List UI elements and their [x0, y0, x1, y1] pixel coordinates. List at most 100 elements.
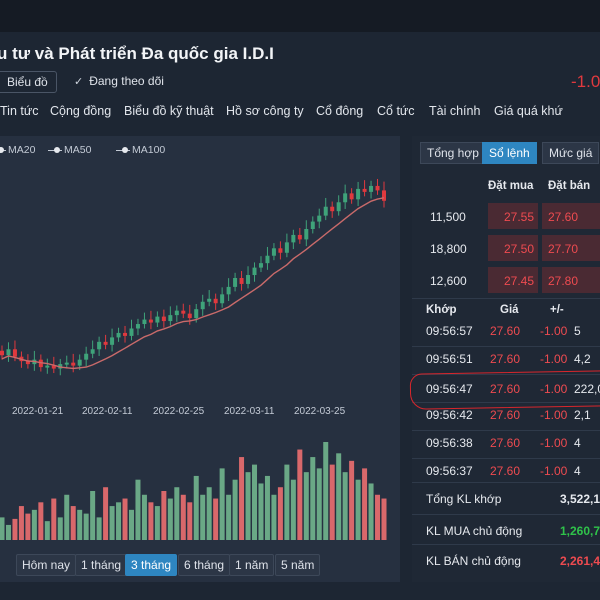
volume-bar [70, 506, 76, 540]
candle [84, 353, 89, 360]
candle [90, 349, 95, 354]
candle [168, 315, 173, 322]
tab-price-history[interactable]: Giá quá khứ [494, 104, 563, 118]
candle [246, 275, 251, 284]
candle [265, 255, 270, 264]
check-icon: ✓ [74, 76, 84, 88]
volume-bar [174, 487, 180, 540]
period-3-months[interactable]: 3 tháng [125, 554, 178, 576]
candle [213, 298, 218, 304]
volume-bar [226, 494, 232, 540]
follow-toggle[interactable]: ✓ Đang theo dõi [74, 74, 164, 88]
legend-ma50[interactable]: MA50 [48, 144, 91, 156]
candle [12, 349, 17, 357]
legend-ma100[interactable]: MA100 [116, 144, 165, 156]
volume-bar [310, 457, 316, 540]
orderbook-row: 11,500 27.55 27.60 [412, 202, 600, 230]
volume-bar [148, 502, 154, 540]
candle [110, 337, 115, 345]
legend-ma20[interactable]: MA20 [0, 144, 35, 156]
volume-bar [96, 517, 102, 540]
candle [362, 188, 367, 192]
candle [148, 319, 153, 323]
candle [181, 310, 186, 314]
volume-bar [316, 468, 322, 540]
tab-order-book[interactable]: Sổ lệnh [482, 142, 537, 164]
volume-bar [38, 502, 44, 540]
volume-bar [277, 487, 283, 540]
volume-bar [0, 517, 5, 540]
volume-bar [128, 509, 134, 540]
summary-active-sell: KL BÁN chủ động 2,261,4 [426, 554, 600, 568]
volume-bar [264, 475, 270, 540]
tab-shareholders[interactable]: Cổ đông [316, 104, 363, 118]
volume-bar [161, 491, 167, 540]
candle [123, 332, 128, 336]
trade-time-header: Khớp [426, 304, 457, 316]
period-6-months[interactable]: 6 tháng [178, 554, 231, 576]
annotation-circle [409, 370, 600, 410]
orderbook-row: 18,800 27.50 27.70 [412, 234, 600, 262]
period-1-month[interactable]: 1 tháng [75, 554, 128, 576]
period-today[interactable]: Hôm nay [16, 554, 77, 576]
stock-title: u tư và Phát triển Đa quốc gia I.D.I [0, 44, 274, 63]
tab-dividends[interactable]: Cổ tức [377, 104, 415, 118]
volume-bar [180, 494, 186, 540]
volume-bar [323, 442, 329, 540]
volume-bar [206, 487, 212, 540]
tab-technical-chart[interactable]: Biểu đồ kỹ thuật [124, 104, 214, 118]
candle [291, 234, 296, 243]
volume-bar [135, 479, 141, 540]
candle [187, 313, 192, 319]
volume-bar [18, 506, 24, 540]
follow-label: Đang theo dõi [89, 74, 164, 88]
tab-summary[interactable]: Tổng hợp [420, 142, 486, 164]
x-axis-label: 2022-03-25 [294, 406, 346, 417]
candle [161, 316, 166, 322]
price-chart[interactable]: 2022-01-21 2022-02-11 2022-02-25 2022-03-11… [0, 166, 400, 422]
candle [220, 294, 225, 304]
candle [200, 301, 205, 310]
trade-change-header: +/- [550, 304, 564, 316]
volume-bar [362, 468, 368, 540]
volume-bar [336, 453, 342, 540]
candle [71, 362, 76, 366]
candle [323, 206, 328, 216]
volume-bar [297, 449, 303, 540]
candle [382, 190, 386, 201]
candle [226, 286, 231, 295]
volume-bar [245, 472, 251, 540]
volume-bar [116, 502, 122, 540]
tab-community[interactable]: Cộng đồng [50, 104, 111, 118]
candle [317, 215, 322, 222]
chart-button[interactable]: Biểu đồ [0, 71, 57, 93]
volume-chart[interactable] [0, 436, 400, 542]
right-panel: Tổng hợp Sổ lệnh Mức giá Đặt mua Đặt bán… [412, 136, 600, 582]
volume-bar [44, 521, 50, 540]
volume-bar [83, 513, 89, 540]
x-axis-label: 2022-01-21 [12, 406, 64, 417]
volume-bar [219, 468, 225, 540]
volume-bar [154, 506, 160, 540]
candle [77, 359, 82, 366]
tab-price-level[interactable]: Mức giá [542, 142, 600, 164]
line-dot-icon [116, 146, 130, 153]
tab-company-profile[interactable]: Hồ sơ công ty [226, 104, 304, 118]
price-change: -1.0 [571, 72, 600, 91]
volume-bar [239, 457, 245, 540]
tab-news[interactable]: Tin tức [0, 104, 38, 118]
candle [258, 263, 263, 268]
candle [349, 193, 354, 200]
ask-header: Đặt bán [548, 180, 591, 192]
candle [252, 267, 257, 276]
period-5-years[interactable]: 5 năm [275, 554, 321, 576]
tab-finance[interactable]: Tài chính [429, 104, 480, 118]
candle [129, 328, 134, 336]
candle [239, 278, 244, 284]
volume-bar [51, 498, 57, 540]
candle [64, 362, 69, 365]
x-axis-label: 2022-02-25 [153, 406, 205, 417]
period-1-year[interactable]: 1 năm [229, 554, 275, 576]
volume-bar [90, 491, 96, 540]
trade-row: 09:56:38 27.60 -1.00 4 [426, 436, 581, 450]
